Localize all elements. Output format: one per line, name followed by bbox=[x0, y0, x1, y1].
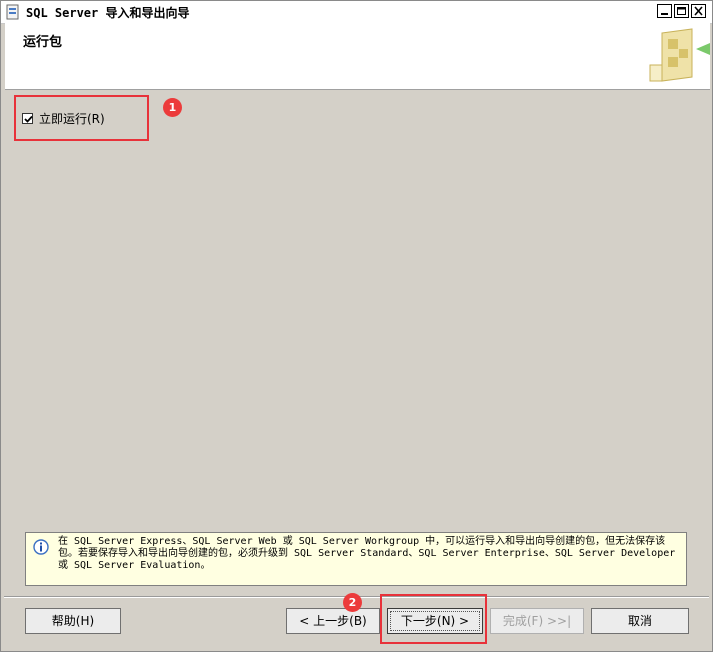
maximize-icon bbox=[677, 7, 686, 15]
cancel-button[interactable]: 取消 bbox=[591, 608, 689, 634]
minimize-icon bbox=[661, 13, 668, 15]
annotation-badge-1: 1 bbox=[163, 98, 182, 117]
highlight-box-checkbox bbox=[14, 95, 149, 141]
info-icon bbox=[33, 539, 49, 555]
help-button[interactable]: 帮助(H) bbox=[25, 608, 121, 634]
annotation-badge-2: 2 bbox=[343, 593, 362, 612]
finish-button[interactable]: 完成(F) >>| bbox=[490, 608, 584, 634]
wizard-header: 运行包 bbox=[5, 23, 710, 90]
close-icon bbox=[694, 6, 703, 16]
wizard-graphic-icon bbox=[649, 28, 710, 82]
title-bar[interactable]: SQL Server 导入和导出向导 bbox=[1, 1, 712, 24]
info-message: 在 SQL Server Express、SQL Server Web 或 SQ… bbox=[58, 536, 676, 571]
close-button[interactable] bbox=[691, 4, 706, 18]
window-title: SQL Server 导入和导出向导 bbox=[26, 6, 190, 20]
highlight-box-next bbox=[380, 594, 487, 644]
app-icon bbox=[6, 4, 19, 20]
maximize-button[interactable] bbox=[674, 4, 689, 18]
page-title: 运行包 bbox=[23, 35, 63, 50]
back-button[interactable]: < 上一步(B) bbox=[286, 608, 380, 634]
info-panel: 在 SQL Server Express、SQL Server Web 或 SQ… bbox=[25, 532, 687, 586]
minimize-button[interactable] bbox=[657, 4, 672, 18]
